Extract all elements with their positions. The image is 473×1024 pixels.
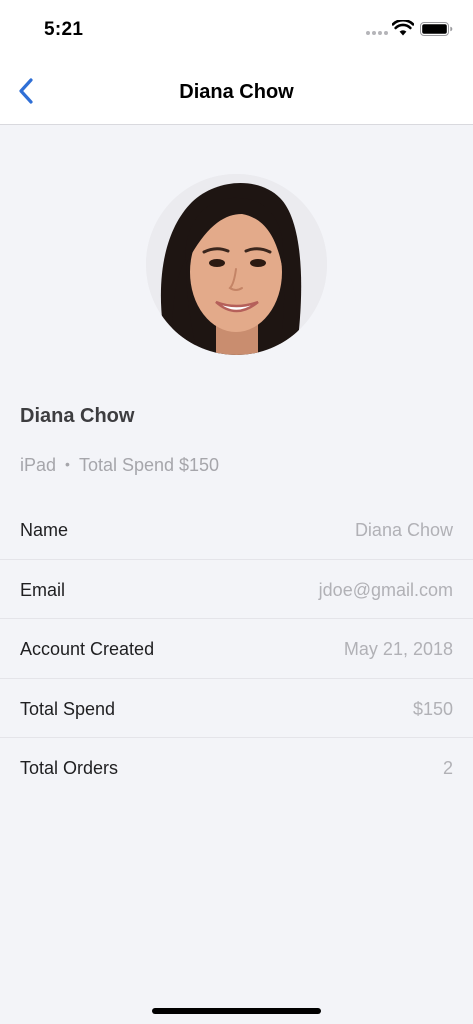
page-title: Diana Chow xyxy=(179,81,294,103)
row-value: 2 xyxy=(442,758,453,778)
home-indicator[interactable] xyxy=(152,1008,321,1014)
battery-icon xyxy=(420,22,453,36)
row-value: May 21, 2018 xyxy=(343,639,453,659)
wifi-icon xyxy=(392,20,414,36)
row-label: Name xyxy=(20,520,69,540)
detail-row-email: Email jdoe@gmail.com xyxy=(0,560,473,619)
row-label: Total Orders xyxy=(20,758,119,778)
row-value: Diana Chow xyxy=(354,520,453,540)
profile-photo xyxy=(146,174,327,355)
row-label: Account Created xyxy=(20,639,155,659)
device-label: iPad xyxy=(20,455,57,475)
row-value: jdoe@gmail.com xyxy=(318,579,453,600)
status-time: 5:21 xyxy=(44,19,84,40)
navigation-bar: Diana Chow xyxy=(0,60,473,125)
detail-row-total-spend: Total Spend $150 xyxy=(0,679,473,738)
spend-summary: Total Spend $150 xyxy=(78,455,220,475)
row-value: $150 xyxy=(412,698,453,719)
separator-dot: • xyxy=(65,456,70,472)
row-label: Total Spend xyxy=(20,698,116,719)
avatar xyxy=(146,174,327,355)
status-bar: 5:21 xyxy=(0,0,473,60)
detail-row-name: Name Diana Chow xyxy=(0,500,473,560)
profile-subtitle: iPad • Total Spend $150 xyxy=(20,455,219,476)
profile-name: Diana Chow xyxy=(20,405,135,427)
detail-row-account-created: Account Created May 21, 2018 xyxy=(0,619,473,679)
cellular-signal-icon xyxy=(366,31,388,36)
details-list: Name Diana Chow Email jdoe@gmail.com Acc… xyxy=(0,500,473,798)
detail-row-total-orders: Total Orders 2 xyxy=(0,738,473,798)
row-label: Email xyxy=(20,579,66,600)
